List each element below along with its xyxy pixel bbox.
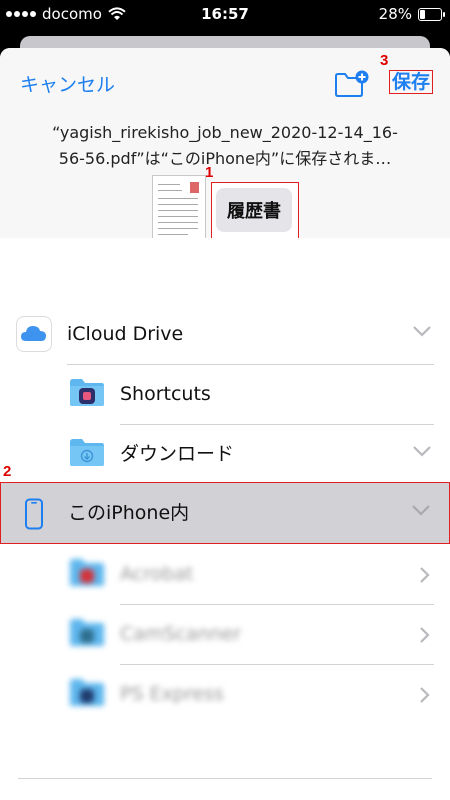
location-label: このiPhone内 — [68, 502, 190, 524]
location-label: iCloud Drive — [67, 323, 184, 345]
tag-button[interactable]: 履歴書 — [216, 188, 292, 232]
acrobat-folder-icon — [70, 559, 104, 586]
location-list: iCloud Drive Shortcuts ダウンロード 2 このiPhone… — [0, 238, 450, 800]
location-label: Acrobat — [120, 563, 194, 585]
chevron-down-icon[interactable] — [412, 444, 432, 458]
chevron-right-icon[interactable] — [418, 566, 430, 584]
iphone-icon — [25, 498, 43, 530]
filename-text: “yagish_rirekisho_job_new_2020-12-14_16-… — [0, 120, 450, 172]
annotation-1: 1 — [205, 164, 214, 181]
location-shortcuts[interactable]: Shortcuts — [0, 364, 450, 424]
chevron-down-icon[interactable] — [411, 503, 431, 517]
chevron-down-icon[interactable] — [412, 324, 432, 338]
location-camscanner[interactable]: CamScanner — [0, 604, 450, 664]
save-button[interactable]: 保存 — [389, 70, 434, 94]
save-sheet: キャンセル 3 保存 “yagish_rirekisho_job_new_202… — [0, 48, 450, 800]
chevron-right-icon[interactable] — [418, 686, 430, 704]
download-folder-icon — [70, 439, 104, 466]
psexpress-folder-icon — [70, 679, 104, 706]
location-label: PS Express — [120, 683, 224, 705]
location-label: CamScanner — [120, 623, 242, 645]
camscanner-folder-icon — [70, 619, 104, 646]
cancel-button[interactable]: キャンセル — [20, 70, 115, 97]
location-acrobat[interactable]: Acrobat — [0, 544, 450, 604]
location-downloads[interactable]: ダウンロード — [0, 424, 450, 484]
status-bar: docomo 16:57 28% — [0, 0, 450, 28]
filename-line-1: “yagish_rirekisho_job_new_2020-12-14_16- — [52, 123, 398, 142]
location-icloud-drive[interactable]: iCloud Drive — [0, 304, 450, 364]
filename-line-2: 56-56.pdf”は“このiPhone内”に保存されま… — [58, 149, 392, 168]
shortcuts-folder-icon — [70, 379, 104, 406]
document-thumbnail — [152, 175, 206, 245]
icloud-icon — [16, 316, 52, 352]
annotation-3: 3 — [380, 52, 389, 69]
battery-icon — [418, 7, 445, 21]
sheet-header: キャンセル 3 保存 “yagish_rirekisho_job_new_202… — [0, 48, 450, 245]
chevron-right-icon[interactable] — [418, 626, 430, 644]
location-label: ダウンロード — [120, 443, 235, 465]
annotation-2: 2 — [3, 463, 12, 480]
separator — [18, 778, 432, 779]
battery-percent: 28% — [378, 5, 412, 23]
new-folder-icon[interactable] — [334, 70, 370, 98]
location-label: Shortcuts — [120, 383, 211, 405]
location-on-my-iphone[interactable]: このiPhone内 — [0, 482, 450, 544]
tag-highlight: 履歴書 — [211, 182, 299, 239]
location-ps-express[interactable]: PS Express — [0, 664, 450, 724]
